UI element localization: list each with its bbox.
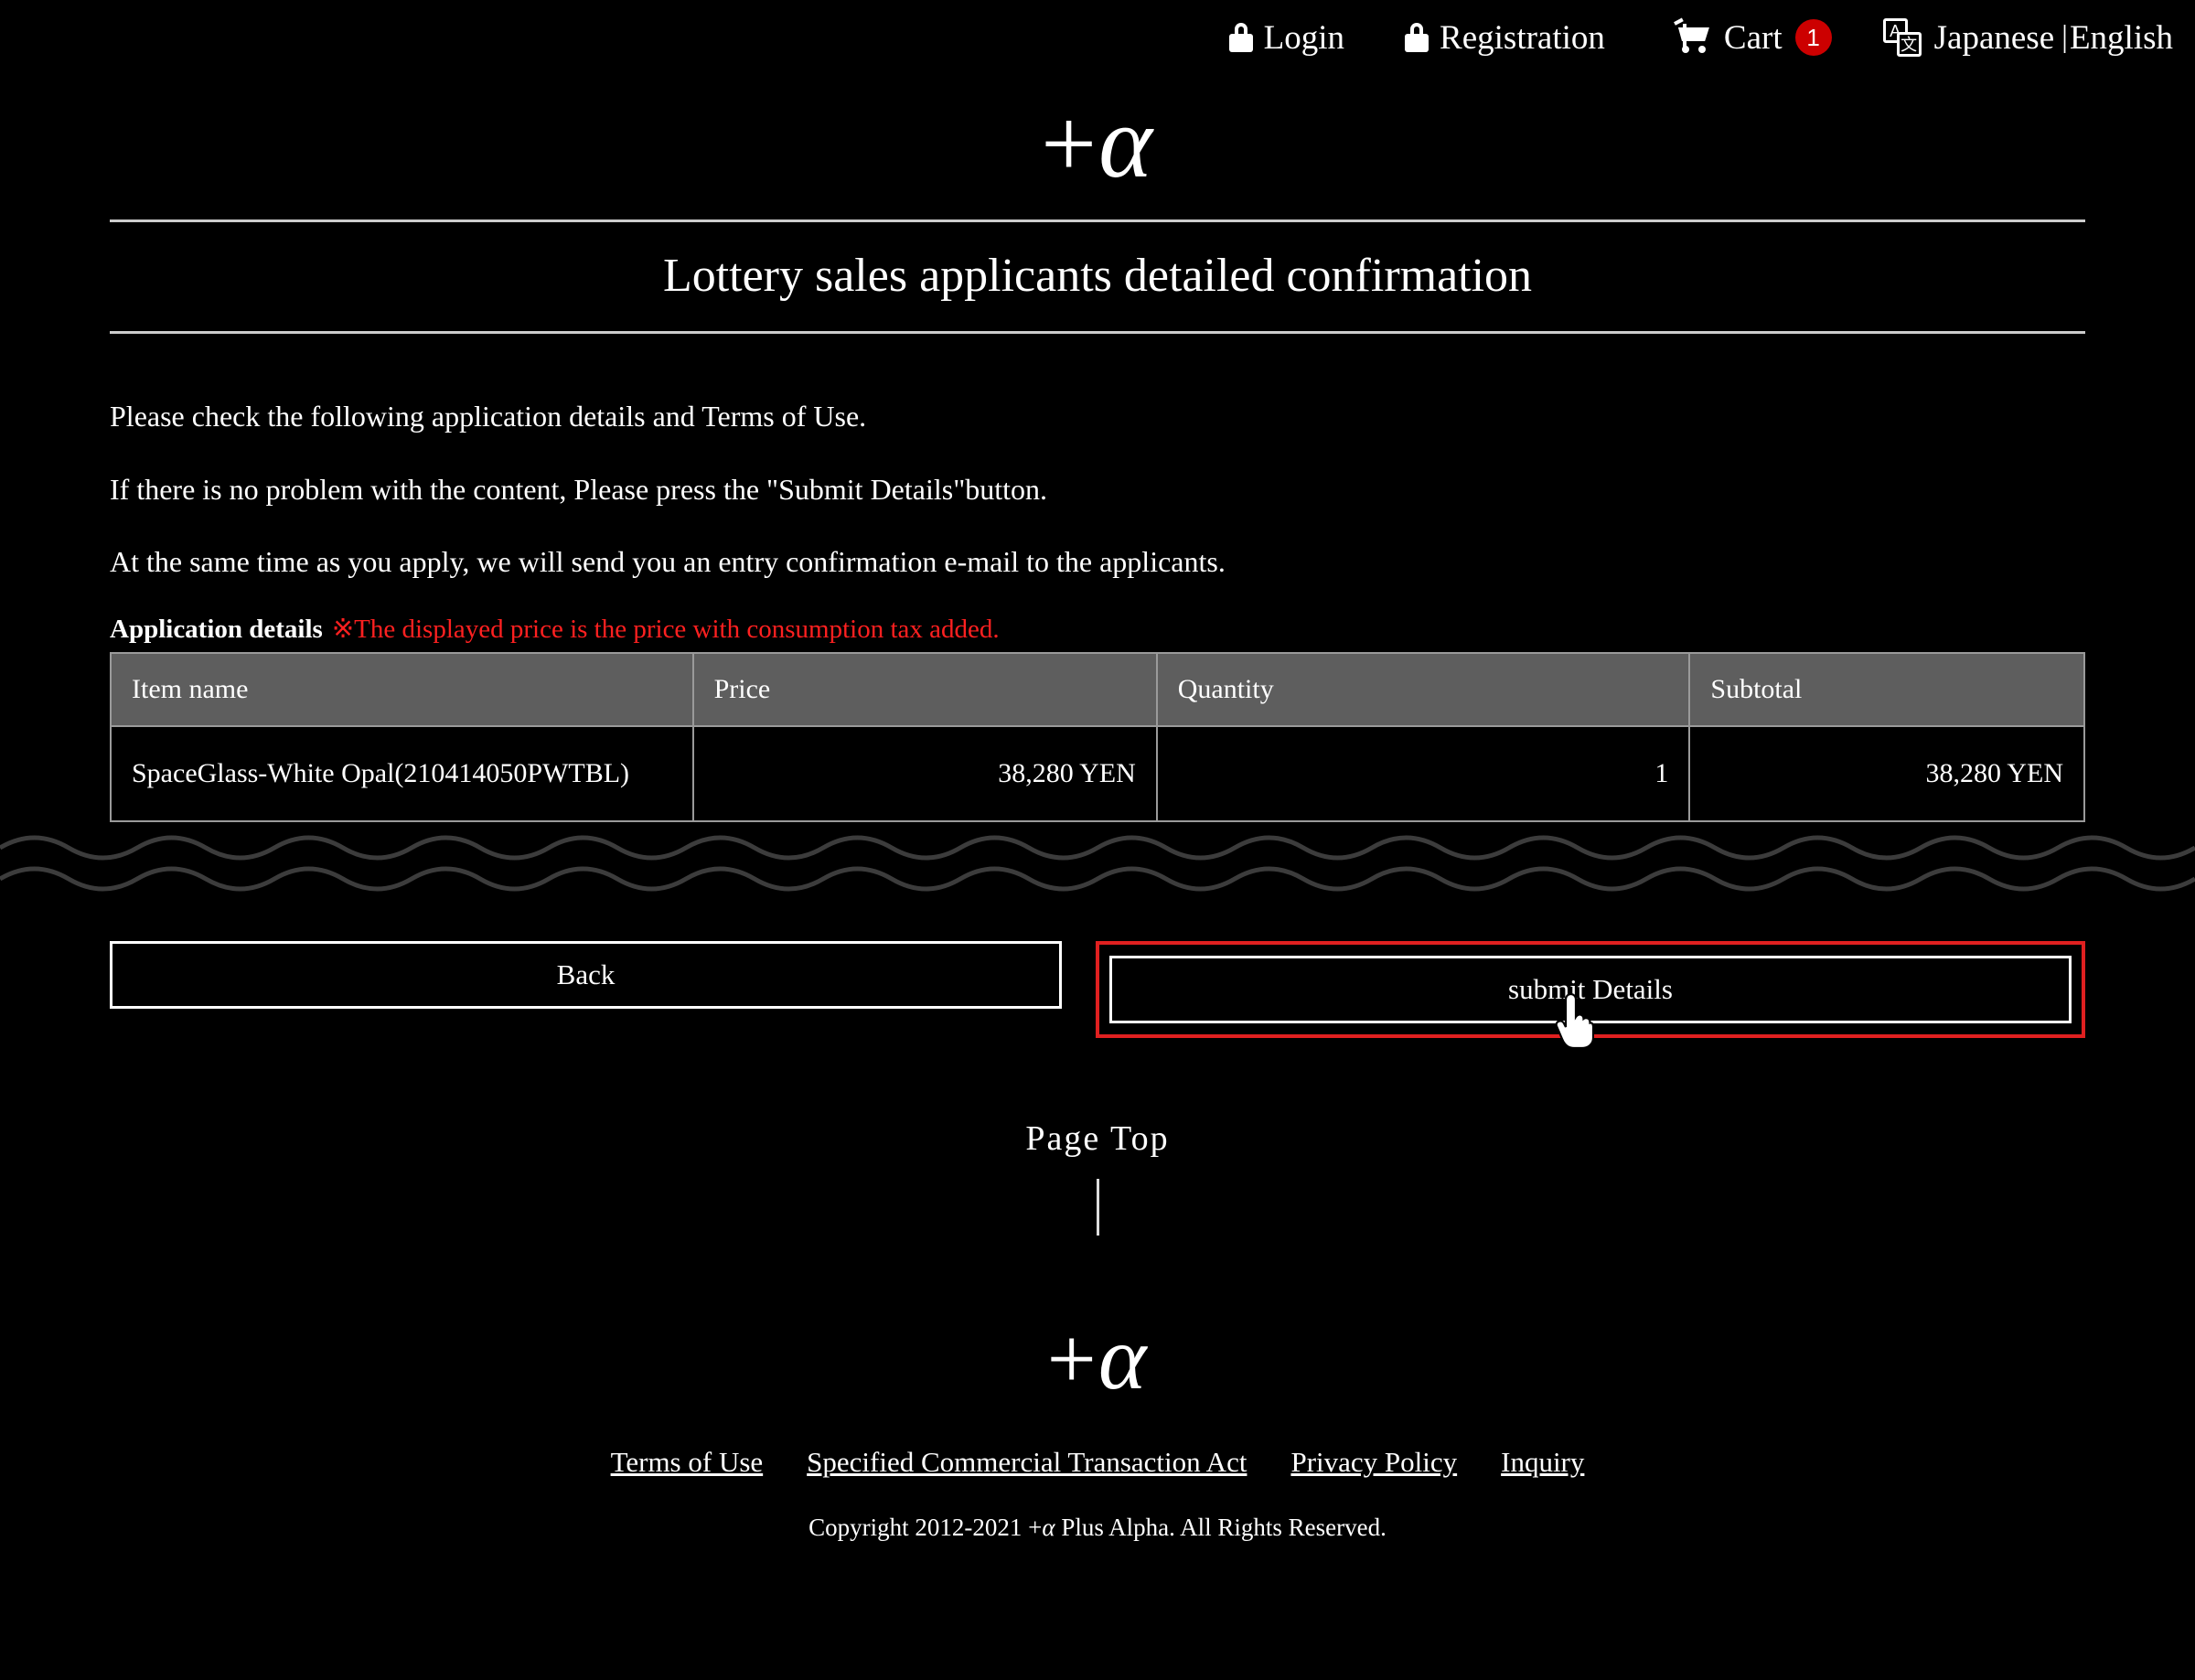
translate-icon: A 文 [1882,18,1922,57]
action-button-row: Back submit Details [110,940,2085,1049]
table-row: SpaceGlass-White Opal(210414050PWTBL) 38… [110,724,2085,822]
page-top-stem [1096,1178,1099,1236]
logo-plus: + [1041,90,1099,198]
footer-link-terms-of-use[interactable]: Terms of Use [611,1446,764,1479]
submit-button-highlight: submit Details [1096,940,2085,1049]
footer-link-privacy-policy[interactable]: Privacy Policy [1290,1446,1457,1479]
cell-price: 38,280 YEN [691,724,1158,822]
translate-icon-glyph-b: 文 [1896,32,1922,57]
copyright-suffix: Plus Alpha. All Rights Reserved. [1055,1513,1387,1541]
footer-links: Terms of Use Specified Commercial Transa… [0,1446,2195,1479]
wavy-divider [0,835,2195,892]
column-header-item-name: Item name [110,651,694,727]
footer-logo-alpha: α [1098,1306,1149,1408]
logo-alpha: α [1098,86,1154,199]
submit-details-button[interactable]: submit Details [1109,955,2072,1023]
language-japanese-link[interactable]: A 文 Japanese [1882,18,2055,58]
application-details-label: Application details [110,614,323,644]
registration-link[interactable]: Registration [1405,18,1605,58]
footer: +α Terms of Use Specified Commercial Tra… [0,1309,2195,1569]
application-details-heading: Application details ※The displayed price… [110,614,2085,644]
cart-count-badge: 1 [1794,19,1832,56]
column-header-subtotal: Subtotal [1688,651,2085,727]
cart-link[interactable]: Cart 1 [1673,17,1832,58]
page-title: Lottery sales applicants detailed confir… [662,250,1533,302]
language-english-label: English [2069,18,2173,57]
cell-quantity: 1 [1155,724,1691,822]
copyright-prefix: Copyright 2012-2021 + [808,1513,1043,1541]
column-header-quantity: Quantity [1155,651,1691,727]
cell-item-name: SpaceGlass-White Opal(210414050PWTBL) [110,724,694,822]
language-japanese-label: Japanese [1933,18,2055,57]
registration-label: Registration [1440,18,1605,57]
instruction-line-1: Please check the following application d… [110,400,867,433]
page-title-block: Lottery sales applicants detailed confir… [110,219,2085,334]
lock-icon [1405,23,1429,52]
table-header-row: Item name Price Quantity Subtotal [110,651,2085,727]
instruction-line-2: If there is no problem with the content,… [110,472,1048,506]
top-utility-nav: Login Registration Cart 1 A 文 Japanese |… [0,0,2195,75]
page-top-link[interactable]: Page Top [1025,1119,1169,1158]
cell-subtotal: 38,280 YEN [1688,724,2085,822]
language-separator: | [2061,20,2068,54]
page-top-section: Page Top [0,1118,2195,1236]
footer-logo-plus: + [1046,1309,1098,1407]
lock-icon [1228,23,1253,52]
cart-label: Cart [1723,18,1783,57]
copyright-text: Copyright 2012-2021 +α Plus Alpha. All R… [0,1514,2195,1542]
login-label: Login [1263,18,1345,57]
tax-note: ※The displayed price is the price with c… [331,614,1000,644]
instructions-block: Please check the following application d… [110,398,2085,582]
language-english-link[interactable]: English [2070,18,2173,58]
cart-icon [1673,17,1713,53]
header-brand-area: +α [0,75,2195,219]
back-button[interactable]: Back [110,940,1062,1009]
column-header-price: Price [691,651,1158,727]
copyright-alpha: α [1042,1513,1055,1541]
footer-logo[interactable]: +α [1046,1309,1149,1407]
main-content: Please check the following application d… [110,398,2085,822]
footer-link-inquiry[interactable]: Inquiry [1501,1446,1584,1479]
login-link[interactable]: Login [1228,18,1345,58]
footer-link-specified-commercial-transaction-act[interactable]: Specified Commercial Transaction Act [807,1446,1247,1479]
site-logo[interactable]: +α [1041,91,1154,194]
instruction-line-3: At the same time as you apply, we will s… [110,545,1226,579]
application-items-table: Item name Price Quantity Subtotal SpaceG… [110,651,2085,822]
